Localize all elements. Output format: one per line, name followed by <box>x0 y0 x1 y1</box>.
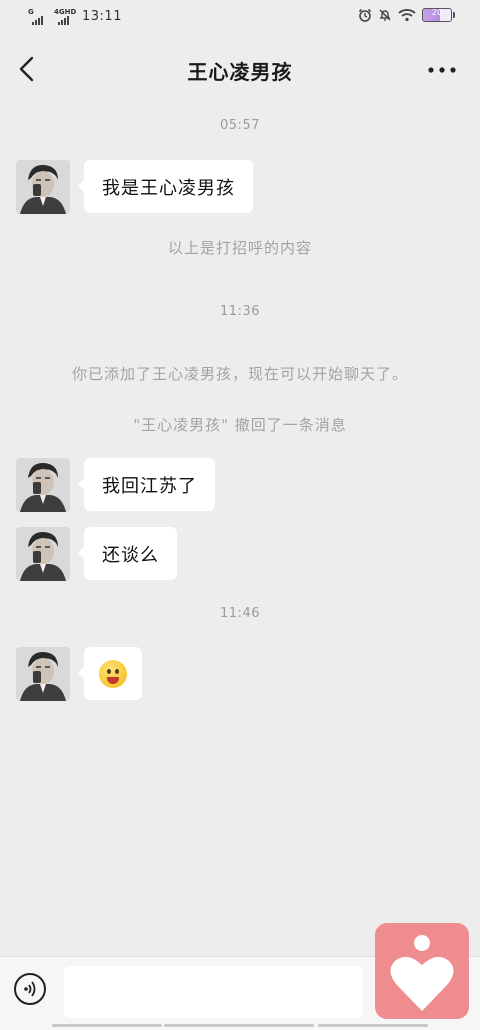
chat-header: 王心凌男孩 <box>0 36 480 104</box>
timestamp: 11:36 <box>220 304 260 319</box>
message-input[interactable] <box>64 966 362 1018</box>
status-bar: G 4GHD 13:11 20 <box>0 0 480 36</box>
nav-indicator-right <box>318 1024 428 1027</box>
avatar[interactable] <box>16 647 70 701</box>
heart-person-icon <box>390 935 454 1011</box>
avatar-image <box>16 527 70 581</box>
clock: 13:11 <box>82 9 122 24</box>
avatar-image <box>16 458 70 512</box>
timestamp: 11:46 <box>220 606 260 621</box>
recall-notice: "王心凌男孩" 撤回了一条消息 <box>133 416 347 434</box>
avatar[interactable] <box>16 458 70 512</box>
avatar[interactable] <box>16 527 70 581</box>
avatar-image <box>16 647 70 701</box>
message-bubble[interactable]: 我是王心凌男孩 <box>78 160 253 213</box>
emoji-message-bubble[interactable] <box>78 647 142 700</box>
timestamp: 05:57 <box>220 118 260 133</box>
nav-indicator-center <box>164 1024 314 1027</box>
system-message: 以上是打招呼的内容 <box>167 239 312 257</box>
message-bubble[interactable]: 还谈么 <box>78 527 177 580</box>
network-type-label: G <box>28 8 34 16</box>
voice-icon <box>24 981 36 997</box>
voice-input-button[interactable] <box>14 973 46 1005</box>
mute-bell-icon <box>379 9 391 21</box>
message-bubble[interactable]: 我回江苏了 <box>78 458 215 511</box>
more-dots-icon <box>428 67 456 73</box>
network-type-label-4g: 4GHD <box>54 8 77 16</box>
nav-indicator-left <box>52 1024 162 1027</box>
battery-icon: 20 <box>422 8 455 22</box>
battery-level: 20 <box>431 8 443 17</box>
grimacing-face-emoji <box>99 659 127 688</box>
system-message: 你已添加了王心凌男孩，现在可以开始聊天了。 <box>71 365 408 383</box>
avatar-image <box>16 160 70 214</box>
alarm-icon <box>358 8 372 22</box>
chat-title: 王心凌男孩 <box>187 60 293 84</box>
more-options-button[interactable] <box>426 58 458 82</box>
floating-heart-button[interactable] <box>375 923 469 1019</box>
wifi-icon <box>398 9 416 22</box>
avatar[interactable] <box>16 160 70 214</box>
